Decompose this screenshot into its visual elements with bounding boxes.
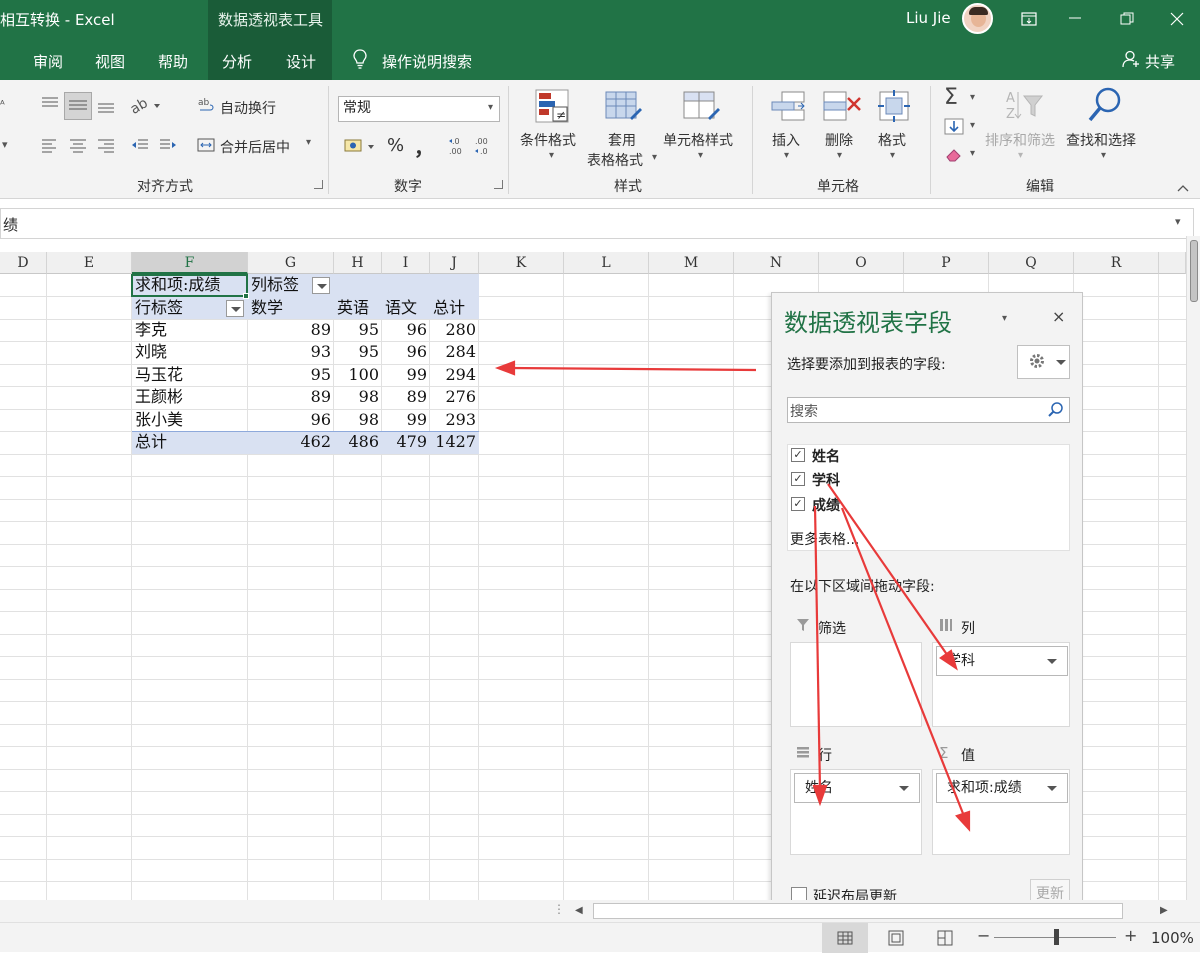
scroll-right-icon[interactable]: ▶	[1160, 905, 1168, 916]
zoom-in-button[interactable]: +	[1124, 926, 1137, 945]
page-break-view-icon[interactable]	[937, 930, 953, 950]
tab-split-handle-icon[interactable]: ⋮	[553, 902, 565, 916]
zoom-level[interactable]: 100%	[1151, 929, 1194, 947]
arrow-score-to-rows	[813, 505, 822, 791]
annotation-arrows	[494, 360, 971, 832]
horizontal-scroll-thumb[interactable]	[593, 903, 1123, 919]
status-bar: − + 100%	[0, 922, 1200, 953]
zoom-slider-thumb[interactable]	[1054, 929, 1059, 945]
arrow-to-pivot-table	[509, 366, 757, 372]
arrow-head	[939, 649, 958, 671]
normal-view-button[interactable]	[822, 923, 868, 953]
arrow-subject-to-columns	[827, 483, 949, 657]
arrow-head	[812, 784, 828, 807]
sheet-scroll-row: ⋮ ◀ ▶	[0, 900, 1200, 922]
horizontal-scrollbar[interactable]: ◀	[571, 902, 1200, 920]
page-layout-view-icon[interactable]	[888, 930, 904, 950]
scroll-left-icon[interactable]: ◀	[575, 905, 583, 916]
arrow-head	[955, 810, 971, 832]
arrow-head	[494, 360, 516, 376]
zoom-out-button[interactable]: −	[977, 926, 990, 945]
